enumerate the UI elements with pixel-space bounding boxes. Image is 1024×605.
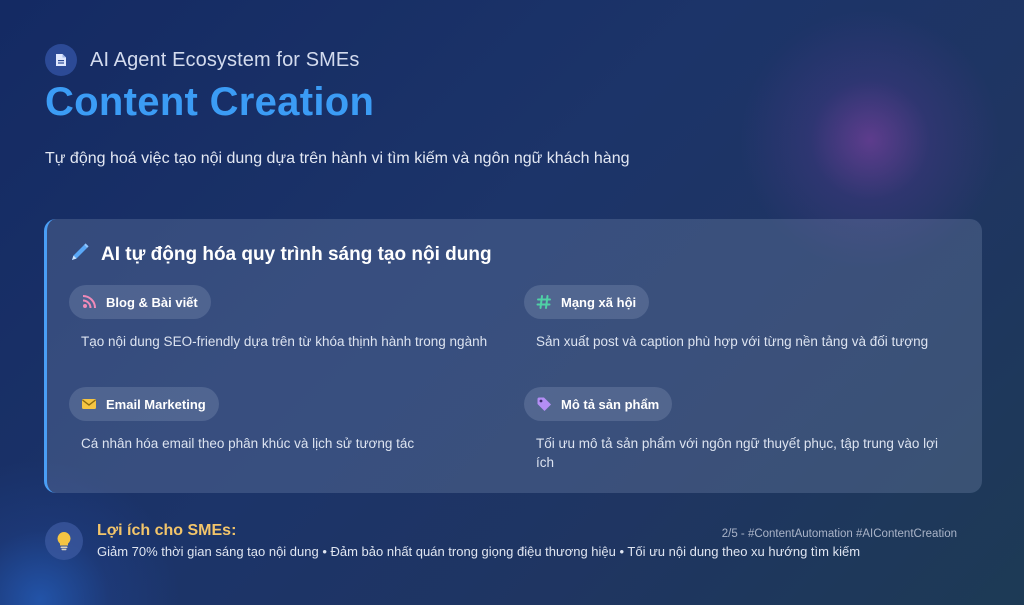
feature-blog: Blog & Bài viết Tạo nội dung SEO-friendl… [69,285,501,351]
pencil-icon [69,241,91,269]
feature-label: Email Marketing [106,396,206,412]
document-icon [45,44,77,76]
feature-product: Mô tả sản phẩm Tối ưu mô tả sản phẩm với… [524,387,956,472]
blog-icon [81,294,97,310]
benefits-title: Lợi ích cho SMEs: [97,522,237,539]
feature-email: Email Marketing Cá nhân hóa email theo p… [69,387,501,453]
header: AI Agent Ecosystem for SMEs Content Crea… [45,44,374,125]
feature-label: Blog & Bài viết [106,294,198,310]
lightbulb-icon [45,522,83,560]
tag-icon [536,396,552,412]
feature-description: Cá nhân hóa email theo phân khúc và lịch… [81,436,415,451]
page-hashtags: 2/5 - #ContentAutomation #AIContentCreat… [721,528,957,540]
feature-pill-blog[interactable]: Blog & Bài viết [69,285,211,319]
card-title: AI tự động hóa quy trình sáng tạo nội du… [101,244,492,265]
hashtag-icon [536,294,552,310]
feature-description: Tối ưu mô tả sản phẩm với ngôn ngữ thuyế… [536,436,939,470]
feature-label: Mạng xã hội [561,294,637,310]
page-title: Content Creation [45,80,375,124]
card-heading: AI tự động hóa quy trình sáng tạo nội du… [69,241,492,269]
benefits-footer: Lợi ích cho SMEs: Giảm 70% thời gian sán… [45,520,957,564]
eyebrow-row: AI Agent Ecosystem for SMEs [45,44,374,76]
eyebrow-text: AI Agent Ecosystem for SMEs [90,48,360,71]
feature-pill-social[interactable]: Mạng xã hội [524,285,650,319]
benefits-text: Giảm 70% thời gian sáng tạo nội dung • Đ… [97,544,861,559]
automation-card: AI tự động hóa quy trình sáng tạo nội du… [44,219,982,493]
feature-pill-product[interactable]: Mô tả sản phẩm [524,387,673,421]
feature-description: Sản xuất post và caption phù hợp với từn… [536,334,929,349]
envelope-icon [81,396,97,412]
feature-social: Mạng xã hội Sản xuất post và caption phù… [524,285,956,351]
feature-description: Tạo nội dung SEO-friendly dựa trên từ kh… [81,334,488,349]
feature-label: Mô tả sản phẩm [561,396,660,412]
feature-pill-email[interactable]: Email Marketing [69,387,219,421]
page-subtitle: Tự động hoá việc tạo nội dung dựa trên h… [45,150,630,167]
